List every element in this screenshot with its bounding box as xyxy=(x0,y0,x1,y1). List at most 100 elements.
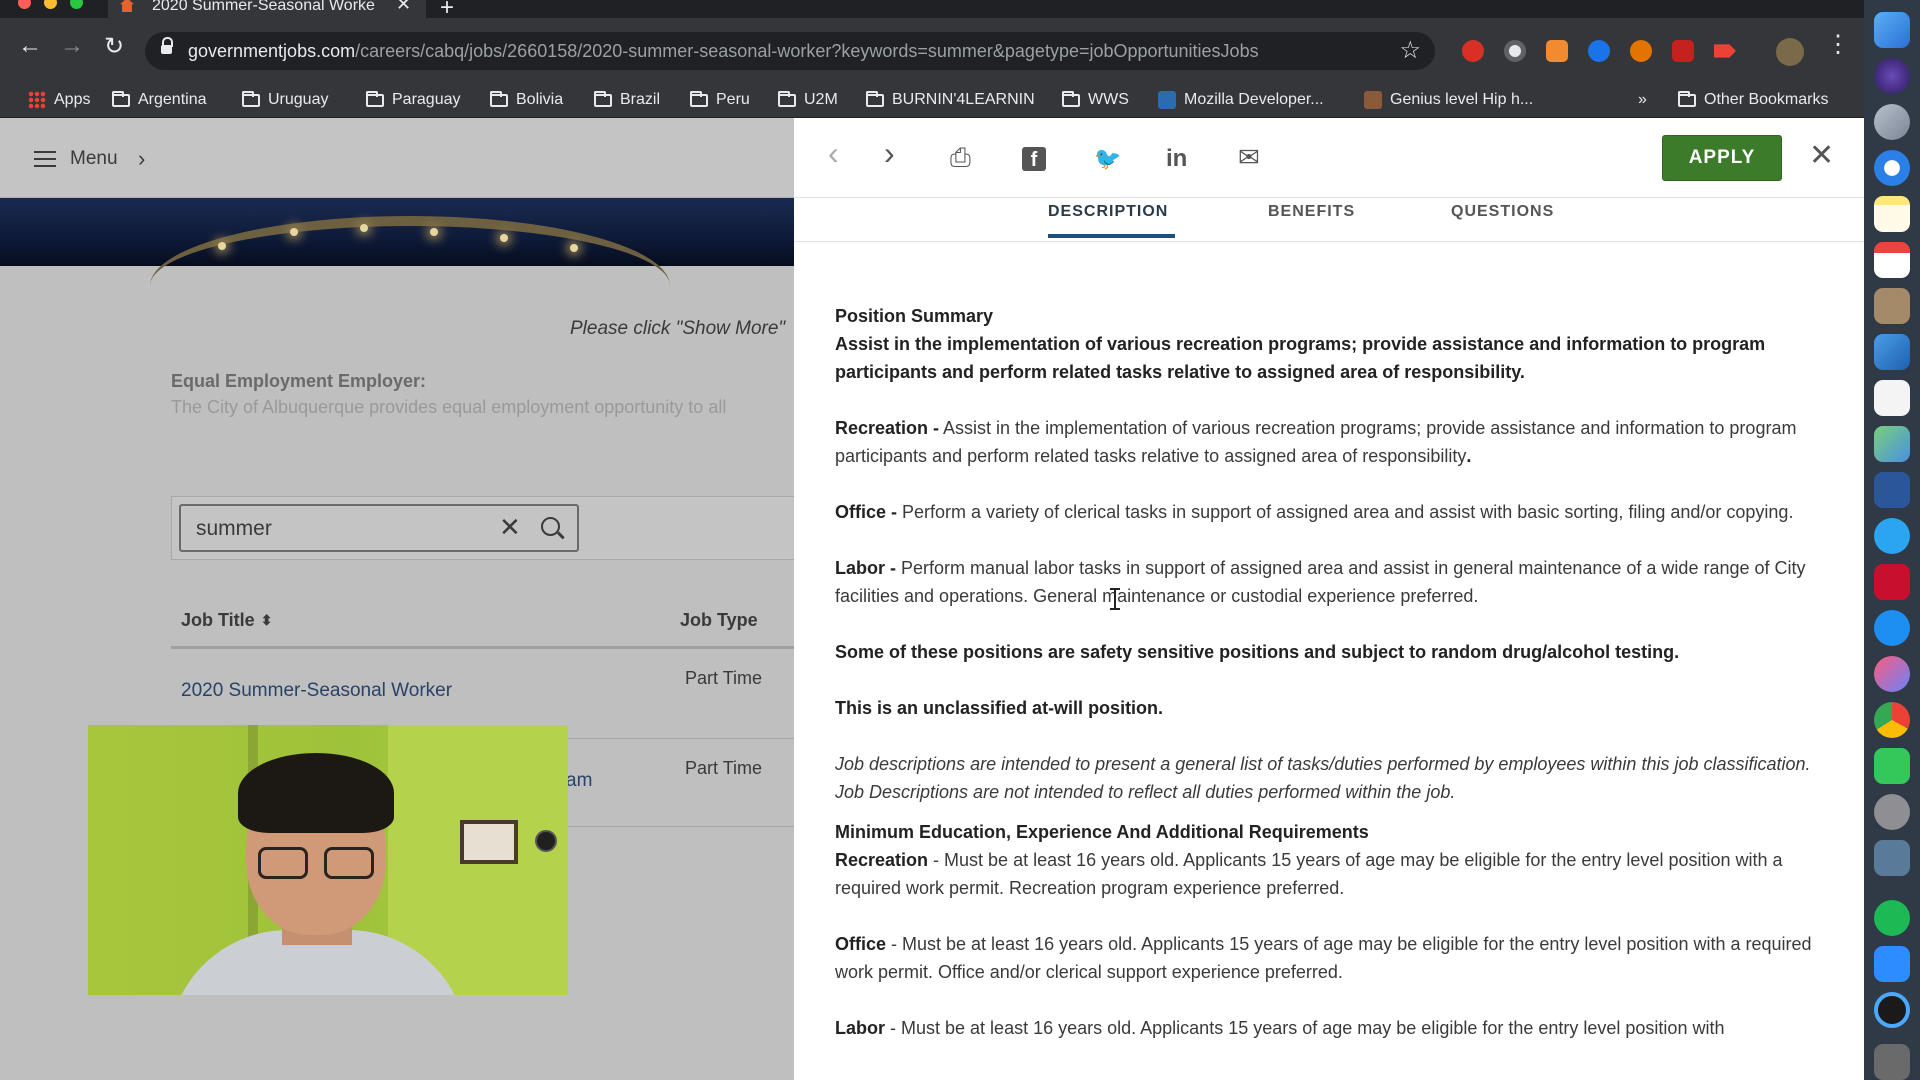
chrome-menu-icon[interactable]: ⋮ xyxy=(1826,30,1850,59)
bookmark-folder-uruguay[interactable]: Uruguay xyxy=(242,82,328,118)
folder-icon xyxy=(594,90,612,107)
minimize-window-button[interactable] xyxy=(44,0,57,9)
launchpad-icon[interactable] xyxy=(1874,104,1910,140)
calendar-icon[interactable] xyxy=(1874,242,1910,278)
tab-close-icon[interactable]: ✕ xyxy=(396,0,411,15)
messenger-icon[interactable] xyxy=(1874,518,1910,554)
text-cursor-icon xyxy=(1110,588,1120,610)
browser-tab[interactable]: 2020 Summer-Seasonal Worke ✕ xyxy=(108,0,426,18)
bookmark-folder-wws[interactable]: WWS xyxy=(1062,82,1129,118)
folder-icon xyxy=(1678,90,1696,107)
bookmark-apps[interactable]: Apps xyxy=(28,82,90,118)
grammar-extension-icon[interactable] xyxy=(1672,40,1694,62)
forward-button[interactable]: → xyxy=(60,32,84,60)
email-icon[interactable]: ✉ xyxy=(1238,142,1260,173)
column-header-job-type: Job Type xyxy=(680,610,758,630)
header-banner-image xyxy=(0,198,794,266)
menu-button[interactable]: Menu xyxy=(34,148,118,170)
bookmark-folder-paraguay[interactable]: Paraguay xyxy=(366,82,461,118)
twitter-icon[interactable]: 🐦 xyxy=(1094,146,1121,172)
bookmark-folder-argentina[interactable]: Argentina xyxy=(112,82,207,118)
job-type-cell: Part Time xyxy=(685,758,763,778)
macos-dock xyxy=(1864,0,1920,1080)
trash-icon[interactable] xyxy=(1874,1044,1910,1080)
req-labor-paragraph: Labor - Must be at least 16 years old. A… xyxy=(835,1018,1725,1038)
column-header-job-title[interactable]: Job Title ⬍ xyxy=(181,610,272,631)
bookmark-folder-brazil[interactable]: Brazil xyxy=(594,82,660,118)
close-icon[interactable]: ✕ xyxy=(1809,138,1834,173)
reminders-icon[interactable] xyxy=(1874,380,1910,416)
profile-avatar[interactable] xyxy=(1776,38,1804,66)
tab-questions[interactable]: QUESTIONS xyxy=(1451,203,1554,221)
itunes-icon[interactable] xyxy=(1874,656,1910,692)
close-window-button[interactable] xyxy=(18,0,31,9)
folder-icon xyxy=(778,90,796,107)
spotify-icon[interactable] xyxy=(1874,900,1910,936)
tab-description[interactable]: DESCRIPTION xyxy=(1048,203,1168,221)
office-paragraph: Office - Perform a variety of clerical t… xyxy=(835,502,1794,522)
acrobat-icon[interactable] xyxy=(1874,564,1910,600)
safety-sensitive-note: Some of these positions are safety sensi… xyxy=(835,642,1680,662)
job-title-link[interactable]: am xyxy=(566,770,592,792)
folder-icon xyxy=(1062,90,1080,107)
clear-search-icon[interactable]: ✕ xyxy=(499,512,521,543)
bookmark-folder-other[interactable]: Other Bookmarks xyxy=(1678,82,1828,118)
finder-icon[interactable] xyxy=(1874,12,1910,48)
honey-extension-icon[interactable] xyxy=(1630,40,1652,62)
quicktime-icon[interactable] xyxy=(1874,992,1910,1028)
browser-toolbar: ← → ↻ governmentjobs.com/careers/cabq/jo… xyxy=(0,18,1864,82)
system-preferences-icon[interactable] xyxy=(1874,794,1910,830)
cast-extension-icon[interactable] xyxy=(1714,44,1736,58)
bookmark-folder-bolivia[interactable]: Bolivia xyxy=(490,82,563,118)
chevron-right-icon[interactable]: › xyxy=(138,146,145,172)
word-icon[interactable] xyxy=(1874,472,1910,508)
search-value: summer xyxy=(196,517,272,540)
apply-button[interactable]: APPLY xyxy=(1662,135,1782,181)
back-button[interactable]: ← xyxy=(18,32,42,60)
previous-job-icon[interactable]: ‹ xyxy=(828,135,839,172)
zoom-window-button[interactable] xyxy=(70,0,83,9)
mail-icon[interactable] xyxy=(1874,334,1910,370)
req-recreation-paragraph: Recreation - Must be at least 16 years o… xyxy=(835,850,1783,898)
record-extension-icon[interactable] xyxy=(1504,40,1526,62)
calendar-extension-icon[interactable] xyxy=(1546,40,1568,62)
reload-button[interactable]: ↻ xyxy=(104,32,124,61)
facebook-icon[interactable]: f xyxy=(1022,147,1046,171)
keyword-search-input[interactable]: summer ✕ xyxy=(179,504,579,552)
active-tab-underline xyxy=(1048,234,1175,238)
bookmark-mozilla-developer[interactable]: Mozilla Developer... xyxy=(1158,82,1324,118)
print-icon[interactable]: ⎙ xyxy=(950,142,971,174)
notes-icon[interactable] xyxy=(1874,196,1910,232)
linkedin-icon[interactable]: in xyxy=(1166,145,1187,173)
safari-icon[interactable] xyxy=(1874,150,1910,186)
bookmark-folder-u2m[interactable]: U2M xyxy=(778,82,838,118)
eeo-heading: Equal Employment Employer: xyxy=(171,371,427,391)
bookmarks-overflow-button[interactable]: » xyxy=(1638,82,1647,118)
site-nav: Menu › xyxy=(0,118,794,198)
preview-icon[interactable] xyxy=(1874,840,1910,876)
bookmark-star-icon[interactable]: ☆ xyxy=(1399,36,1421,65)
tab-benefits[interactable]: BENEFITS xyxy=(1268,203,1355,221)
job-title-link[interactable]: 2020 Summer-Seasonal Worker xyxy=(181,680,452,702)
menu-label: Menu xyxy=(70,148,118,169)
job-description: Position Summary Assist in the implement… xyxy=(835,302,1815,1042)
bookmark-folder-burnin4learnin[interactable]: BURNIN'4LEARNIN xyxy=(866,82,1035,118)
eeo-text: The City of Albuquerque provides equal e… xyxy=(171,397,727,417)
siri-icon[interactable] xyxy=(1874,58,1910,94)
folder-icon xyxy=(690,90,708,107)
bookmark-genius-hip-hop[interactable]: Genius level Hip h... xyxy=(1364,82,1533,118)
contacts-icon[interactable] xyxy=(1874,288,1910,324)
bookmark-folder-peru[interactable]: Peru xyxy=(690,82,750,118)
zoom-icon[interactable] xyxy=(1874,946,1910,982)
next-job-icon[interactable]: › xyxy=(884,135,895,172)
skype-extension-icon[interactable] xyxy=(1588,40,1610,62)
chrome-icon[interactable] xyxy=(1874,702,1910,738)
ublock-extension-icon[interactable] xyxy=(1462,40,1484,62)
address-bar[interactable]: governmentjobs.com/careers/cabq/jobs/266… xyxy=(145,32,1435,70)
search-icon[interactable] xyxy=(541,517,560,536)
maps-icon[interactable] xyxy=(1874,426,1910,462)
facetime-icon[interactable] xyxy=(1874,748,1910,784)
webcam-video-overlay[interactable] xyxy=(88,725,568,995)
hamburger-icon xyxy=(34,151,56,167)
app-store-icon[interactable] xyxy=(1874,610,1910,646)
